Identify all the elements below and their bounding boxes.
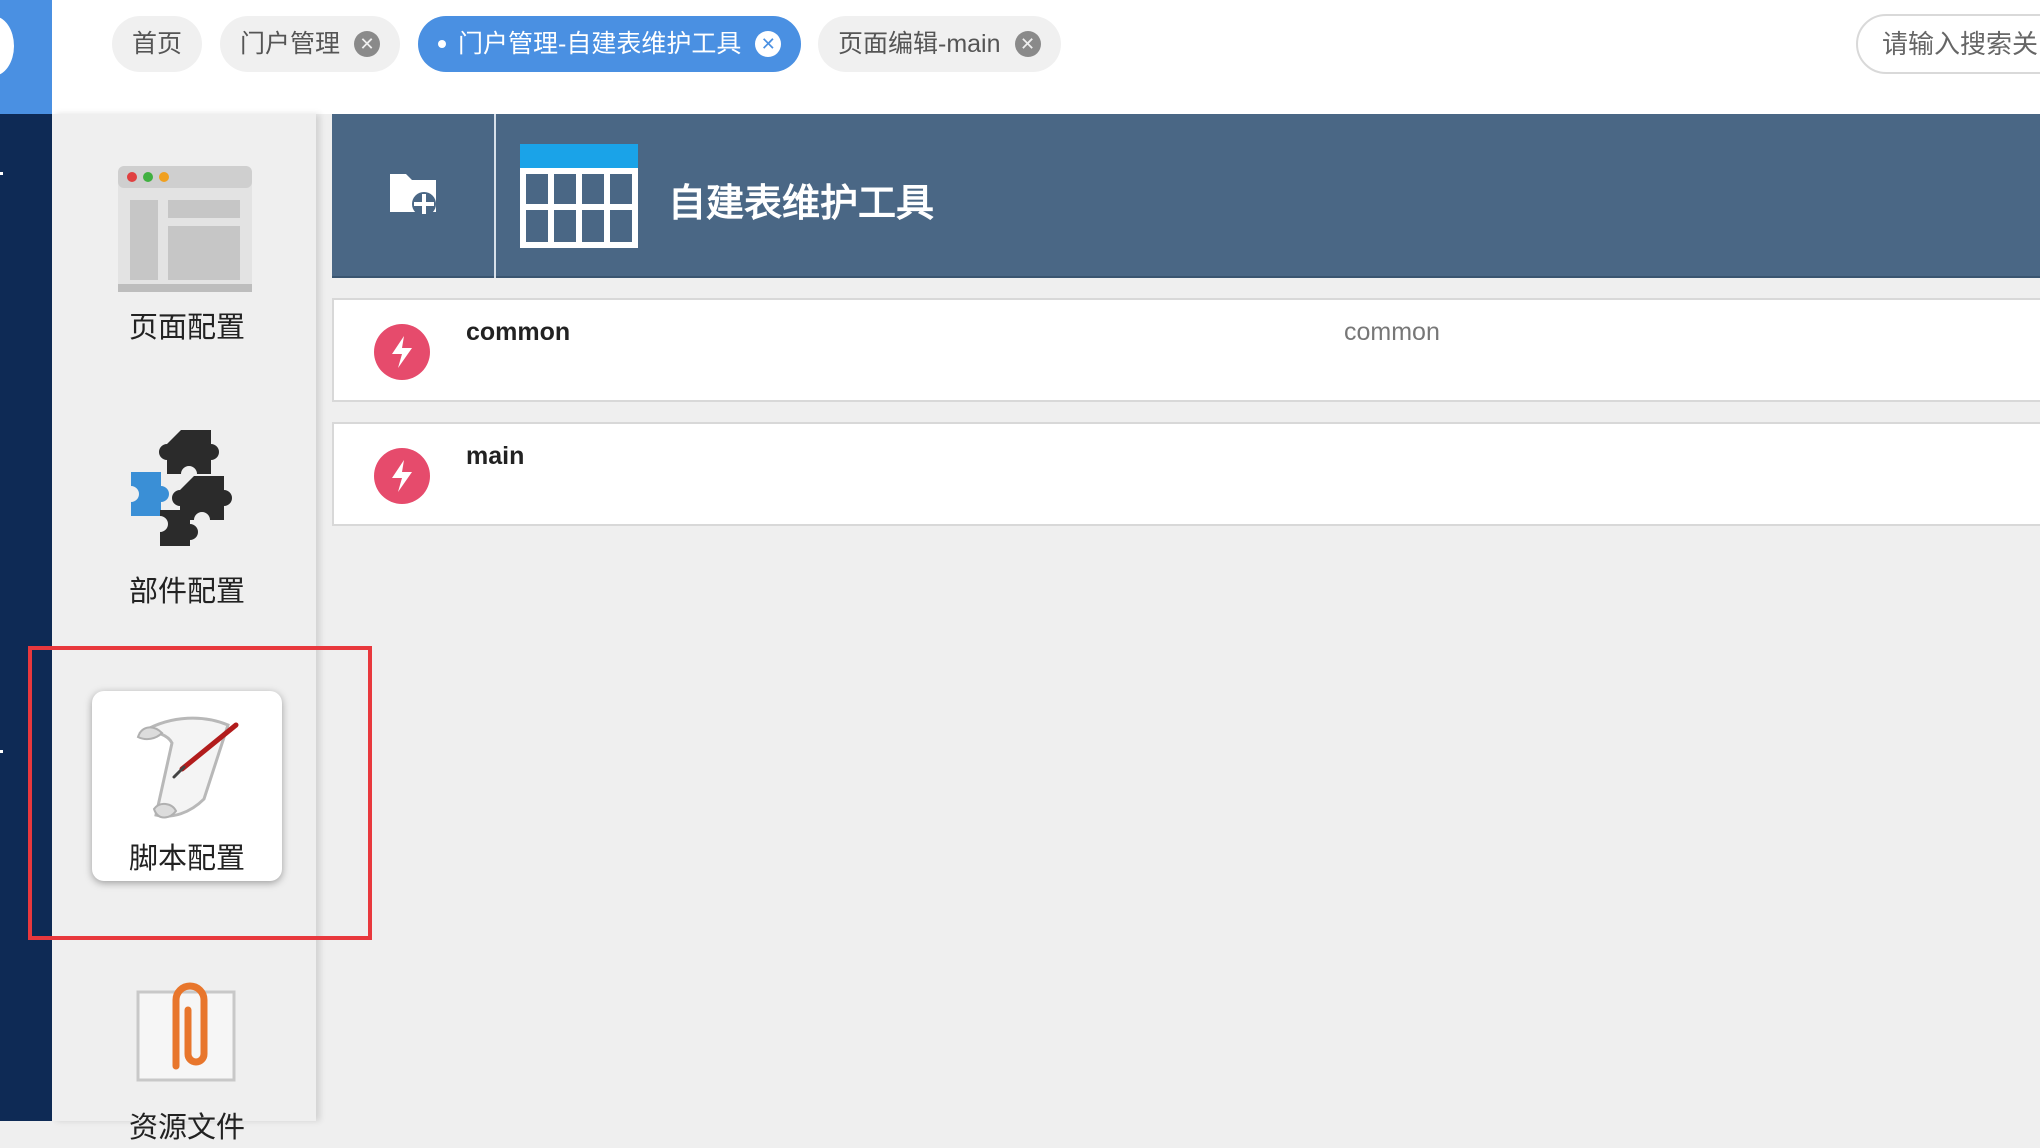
sidebar-item-page-config[interactable]: 页面配置 [92, 158, 282, 348]
tab-page-edit-main[interactable]: 页面编辑-main ✕ [818, 16, 1061, 72]
close-icon[interactable]: ✕ [354, 31, 381, 57]
logo-circle [0, 16, 14, 76]
script-icon [374, 324, 430, 380]
close-icon[interactable]: ✕ [755, 31, 782, 57]
tab-label: 门户管理-自建表维护工具 [458, 30, 742, 58]
tab-label: 门户管理 [240, 30, 341, 58]
add-folder-icon[interactable] [388, 168, 440, 218]
app-logo[interactable] [0, 0, 52, 114]
nav-marker [0, 172, 3, 175]
item-name: main [466, 442, 525, 470]
tab-custom-table-tool[interactable]: 门户管理-自建表维护工具 ✕ [418, 16, 802, 72]
config-sidebar: 页面配置 部件配置 脚本配置 资源文件 [28, 114, 372, 1144]
active-dot-icon [438, 40, 446, 48]
item-description: common [1344, 318, 1440, 346]
sidebar-item-widget-config[interactable]: 部件配置 [92, 424, 282, 614]
list-item[interactable]: common common [332, 298, 2040, 402]
selection-highlight [28, 646, 372, 940]
header-divider [494, 114, 496, 278]
table-grid-icon [520, 144, 638, 248]
script-icon [374, 448, 430, 504]
content-header: 自建表维护工具 [332, 114, 2040, 278]
sidebar-item-resource-files[interactable]: 资源文件 [92, 958, 282, 1148]
sidebar-item-label: 部件配置 [128, 576, 245, 608]
puzzle-pieces-icon [131, 430, 232, 546]
tab-bar: 首页 门户管理 ✕ 门户管理-自建表维护工具 ✕ 页面编辑-main ✕ [52, 0, 2040, 114]
paperclip-file-icon [136, 982, 236, 1082]
sidebar-item-label: 页面配置 [128, 312, 245, 344]
tab-home[interactable]: 首页 [112, 16, 203, 72]
browser-window-icon [118, 166, 252, 292]
sidebar-item-label: 资源文件 [128, 1112, 245, 1144]
item-name: common [466, 318, 571, 346]
tab-label: 页面编辑-main [838, 30, 1001, 58]
page-title: 自建表维护工具 [668, 183, 935, 225]
close-icon[interactable]: ✕ [1014, 31, 1041, 57]
tab-label: 首页 [132, 30, 183, 58]
nav-marker [0, 750, 3, 753]
left-nav-strip [0, 0, 52, 1121]
search-input[interactable] [1856, 14, 2040, 74]
list-item[interactable]: main [332, 422, 2040, 526]
tab-portal-management[interactable]: 门户管理 ✕ [220, 16, 401, 72]
